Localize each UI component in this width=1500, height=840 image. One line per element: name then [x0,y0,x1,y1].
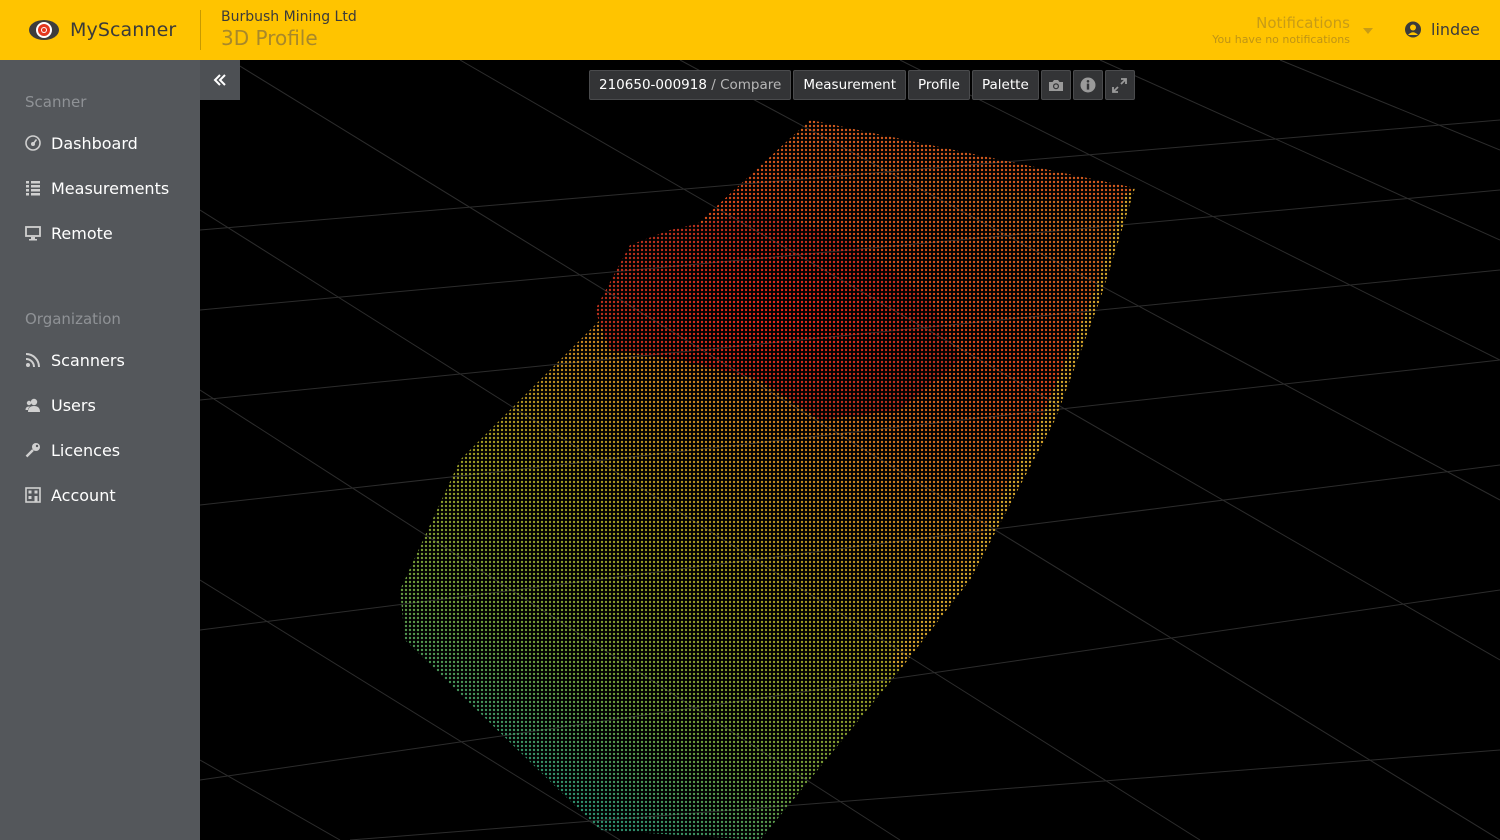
sidebar-item-label: Account [51,485,116,505]
info-button[interactable] [1072,70,1103,100]
key-icon [25,442,41,458]
collapse-sidebar-button[interactable] [200,60,240,100]
measurement-button[interactable]: Measurement [793,70,907,100]
viewer-toolbar: 210650-000918 / Compare Measurement Prof… [589,70,1135,100]
sidebar-item-account[interactable]: Account [25,483,116,507]
point-cloud-canvas[interactable] [200,60,1500,840]
top-header: MyScanner Burbush Mining Ltd 3D Profile … [0,0,1500,60]
user-menu[interactable]: lindee [1405,20,1480,39]
chevron-down-icon[interactable] [1363,28,1373,34]
compare-label: / Compare [711,77,782,93]
3d-profile-viewport[interactable] [200,60,1500,840]
expand-icon [1112,77,1128,93]
sidebar-item-label: Measurements [51,178,170,198]
list-icon [25,180,41,196]
fullscreen-button[interactable] [1104,70,1135,100]
sidebar-item-users[interactable]: Users [25,393,96,417]
sidebar-item-label: Remote [51,223,113,243]
users-icon [25,397,41,413]
rss-icon [25,352,41,368]
notifications-subtitle: You have no notifications [1212,33,1350,46]
sidebar-item-scanners[interactable]: Scanners [25,348,125,372]
header-divider [200,10,201,50]
dashboard-icon [25,135,41,151]
point-cloud [400,120,1135,840]
sidebar-item-dashboard[interactable]: Dashboard [25,131,138,155]
building-icon [25,487,41,503]
sidebar-item-licences[interactable]: Licences [25,438,120,462]
sidebar-item-label: Scanners [51,350,125,370]
sidebar-item-remote[interactable]: Remote [25,221,113,245]
brand-name: MyScanner [70,19,177,41]
brand[interactable]: MyScanner [28,16,176,44]
sidebar-item-label: Users [51,395,96,415]
username: lindee [1431,20,1480,39]
palette-button[interactable]: Palette [972,70,1039,100]
camera-icon [1048,80,1063,91]
notifications-title: Notifications [1256,14,1350,32]
monitor-icon [25,225,41,241]
sidebar-item-label: Licences [51,440,121,460]
notifications-dropdown[interactable]: Notifications You have no notifications [1212,14,1350,46]
organization-name: Burbush Mining Ltd [221,9,357,25]
info-icon [1080,77,1096,93]
sidebar-item-label: Dashboard [51,133,138,153]
screenshot-button[interactable] [1040,70,1071,100]
profile-button[interactable]: Profile [908,70,970,100]
scanner-logo-icon [29,20,59,40]
section-title-organization: Organization [25,310,121,328]
double-chevron-left-icon [213,74,226,86]
page-title: 3D Profile [221,26,318,50]
sidebar: Scanner Dashboard Measurements Remote Or… [0,60,200,840]
section-title-scanner: Scanner [25,93,87,111]
user-icon [1405,21,1421,38]
sidebar-item-measurements[interactable]: Measurements [25,176,169,200]
measurement-compare-button[interactable]: 210650-000918 / Compare [589,70,792,100]
measurement-id: 210650-000918 [599,77,707,93]
